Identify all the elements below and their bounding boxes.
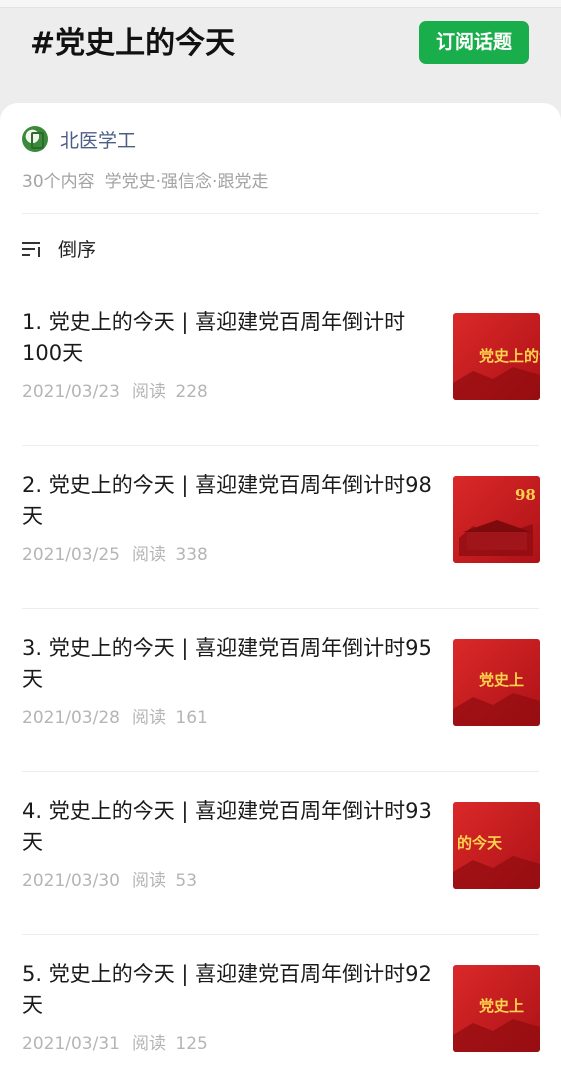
- account-name[interactable]: 北医学工: [60, 126, 136, 153]
- article-thumbnail[interactable]: 党史上: [453, 639, 540, 726]
- article-read-label: 阅读: [131, 382, 166, 402]
- content-count: 30个内容: [22, 172, 95, 192]
- article-read-count: 228: [175, 382, 208, 402]
- article-read-label: 阅读: [131, 708, 166, 728]
- article-info: 2021/03/30 阅读 53: [22, 866, 197, 891]
- header-divider: [22, 213, 539, 214]
- article-read-count: 338: [175, 545, 208, 565]
- article-title[interactable]: 2. 党史上的今天 | 喜迎建党百周年倒计时98天: [22, 470, 442, 532]
- article-thumbnail[interactable]: 党史上: [453, 965, 540, 1052]
- article-title[interactable]: 4. 党史上的今天 | 喜迎建党百周年倒计时93天: [22, 796, 442, 858]
- article-date: 2021/03/23: [22, 382, 120, 402]
- topic-title: #党史上的今天: [30, 26, 236, 61]
- article-list: 1. 党史上的今天 | 喜迎建党百周年倒计时100天 2021/03/23 阅读 2…: [0, 283, 561, 1070]
- article-item[interactable]: 3. 党史上的今天 | 喜迎建党百周年倒计时95天 2021/03/28 阅读 16…: [0, 609, 561, 772]
- topic-meta: 30个内容 学党史·强信念·跟党走: [22, 167, 268, 192]
- article-date: 2021/03/31: [22, 1034, 120, 1054]
- article-item[interactable]: 5. 党史上的今天 | 喜迎建党百周年倒计时92天 2021/03/31 阅读 12…: [0, 935, 561, 1070]
- status-bar-edge: [0, 0, 561, 8]
- article-item[interactable]: 1. 党史上的今天 | 喜迎建党百周年倒计时100天 2021/03/23 阅读 2…: [0, 283, 561, 446]
- article-read-label: 阅读: [131, 545, 166, 565]
- article-title[interactable]: 1. 党史上的今天 | 喜迎建党百周年倒计时100天: [22, 307, 442, 369]
- article-info: 2021/03/31 阅读 125: [22, 1029, 208, 1054]
- article-thumbnail[interactable]: 的今天: [453, 802, 540, 889]
- sort-toggle[interactable]: 倒序: [22, 235, 96, 262]
- thumb-caption: 党史上: [479, 671, 524, 689]
- article-thumbnail[interactable]: 98: [453, 476, 540, 563]
- article-info: 2021/03/23 阅读 228: [22, 377, 208, 402]
- subscribe-topic-button[interactable]: 订阅话题: [419, 21, 529, 64]
- article-item[interactable]: 4. 党史上的今天 | 喜迎建党百周年倒计时93天 2021/03/30 阅读 53…: [0, 772, 561, 935]
- topic-slogan: 学党史·强信念·跟党走: [104, 172, 269, 192]
- article-title[interactable]: 5. 党史上的今天 | 喜迎建党百周年倒计时92天: [22, 959, 442, 1021]
- article-date: 2021/03/25: [22, 545, 120, 565]
- article-thumbnail[interactable]: 党史上的今: [453, 313, 540, 400]
- topic-card: 北医学工 30个内容 学党史·强信念·跟党走 倒序 1. 党史上的今天 | 喜迎建…: [0, 103, 561, 1070]
- thumb-caption: 党史上的今: [479, 347, 540, 365]
- account-avatar[interactable]: [22, 126, 48, 152]
- article-info: 2021/03/25 阅读 338: [22, 540, 208, 565]
- article-info: 2021/03/28 阅读 161: [22, 703, 208, 728]
- article-item[interactable]: 2. 党史上的今天 | 喜迎建党百周年倒计时98天 2021/03/25 阅读 33…: [0, 446, 561, 609]
- topic-header: #党史上的今天 订阅话题: [0, 8, 561, 103]
- article-read-label: 阅读: [131, 871, 166, 891]
- thumb-caption: 98: [515, 486, 536, 504]
- sort-order-icon: [22, 239, 44, 259]
- article-date: 2021/03/28: [22, 708, 120, 728]
- article-read-label: 阅读: [131, 1034, 166, 1054]
- thumb-caption: 党史上: [479, 997, 524, 1015]
- article-title[interactable]: 3. 党史上的今天 | 喜迎建党百周年倒计时95天: [22, 633, 442, 695]
- thumb-caption: 的今天: [457, 834, 503, 852]
- article-read-count: 125: [175, 1034, 208, 1054]
- account-row[interactable]: 北医学工: [22, 123, 136, 155]
- article-date: 2021/03/30: [22, 871, 120, 891]
- article-read-count: 161: [175, 708, 208, 728]
- article-read-count: 53: [175, 871, 198, 891]
- sort-label: 倒序: [58, 239, 97, 261]
